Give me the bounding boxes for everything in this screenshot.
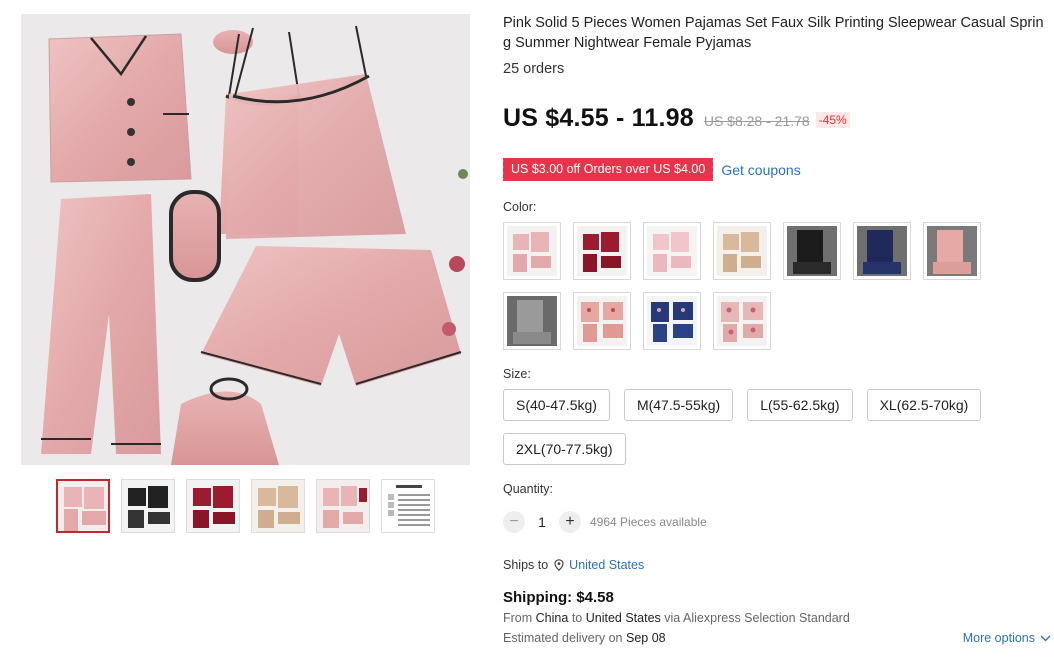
coupon-badge: US $3.00 off Orders over US $4.00 [500,158,716,181]
original-price: US $8.28 - 21.78 [703,113,810,129]
color-option-gray[interactable] [503,292,561,350]
main-product-image[interactable] [21,14,470,465]
more-options-button[interactable]: More options [963,631,1051,645]
shipping-route: From China to United States via Aliexpre… [503,611,850,625]
size-option-xl[interactable]: XL(62.5-70kg) [866,389,982,421]
quantity-label: Quantity: [503,482,554,496]
color-option-light-pink[interactable] [643,222,701,280]
ships-to-country-link[interactable]: United States [569,558,644,572]
ships-to-row: Ships to United States [503,558,644,572]
thumbnail-wine-red[interactable] [186,479,240,533]
to-word: to [571,611,583,625]
coupon-row: US $3.00 off Orders over US $4.00 Get co… [500,158,801,181]
size-options: S(40-47.5kg) M(47.5-55kg) L(55-62.5kg) X… [503,389,1051,465]
color-option-pink-lace[interactable] [923,222,981,280]
quantity-increase-button[interactable]: + [559,511,581,533]
thumbnail-strip [56,479,435,533]
color-label: Color: [503,200,537,214]
estimated-delivery: Estimated delivery on Sep 08 [503,631,666,645]
thumbnail-size-chart[interactable] [381,479,435,533]
color-option-wine-red[interactable] [573,222,631,280]
pajama-set-illustration [21,14,470,465]
get-coupons-link[interactable]: Get coupons [721,162,800,178]
more-options-label: More options [962,631,1035,645]
orders-count: 25 orders [503,61,565,77]
chevron-down-icon [1040,631,1051,645]
shipping-method: via Aliexpress Selection Standard [664,611,850,625]
product-title: Pink Solid 5 Pieces Women Pajamas Set Fa… [503,15,1044,51]
thumbnail-pink[interactable] [56,479,110,533]
estimated-prefix: Estimated delivery on [503,631,623,645]
product-info: Pink Solid 5 Pieces Women Pajamas Set Fa… [500,14,1051,645]
origin-country: China [535,611,569,625]
from-prefix: From [503,611,533,625]
quantity-value[interactable]: 1 [525,514,559,530]
size-option-s[interactable]: S(40-47.5kg) [503,389,610,421]
size-option-2xl[interactable]: 2XL(70-77.5kg) [503,433,626,465]
destination-country: United States [585,611,661,625]
thumbnail-black[interactable] [121,479,175,533]
color-option-pink[interactable] [503,222,561,280]
thumbnail-champagne[interactable] [251,479,305,533]
color-option-navy-print[interactable] [643,292,701,350]
estimated-date: Sep 08 [626,631,666,645]
ships-to-label: Ships to [503,558,549,572]
color-option-pink-print[interactable] [573,292,631,350]
size-option-m[interactable]: M(47.5-55kg) [623,389,734,421]
quantity-stepper: − 1 + 4964 Pieces available [503,511,707,533]
price-row: US $4.55 - 11.98 US $8.28 - 21.78 -45% [503,104,850,133]
color-option-champagne[interactable] [713,222,771,280]
discount-badge: -45% [815,112,850,128]
color-option-floral-print[interactable] [713,292,771,350]
current-price: US $4.55 - 11.98 [503,104,694,132]
location-pin-icon [554,559,564,571]
size-option-l[interactable]: L(55-62.5kg) [747,389,853,421]
color-option-navy-lace[interactable] [853,222,911,280]
size-label: Size: [503,367,531,381]
quantity-decrease-button[interactable]: − [503,511,525,533]
color-option-black-lace[interactable] [783,222,841,280]
color-swatches [503,222,1003,350]
shipping-cost: Shipping: $4.58 [503,589,614,606]
thumbnail-pink-burgundy[interactable] [316,479,370,533]
quantity-available: 4964 Pieces available [590,515,707,529]
